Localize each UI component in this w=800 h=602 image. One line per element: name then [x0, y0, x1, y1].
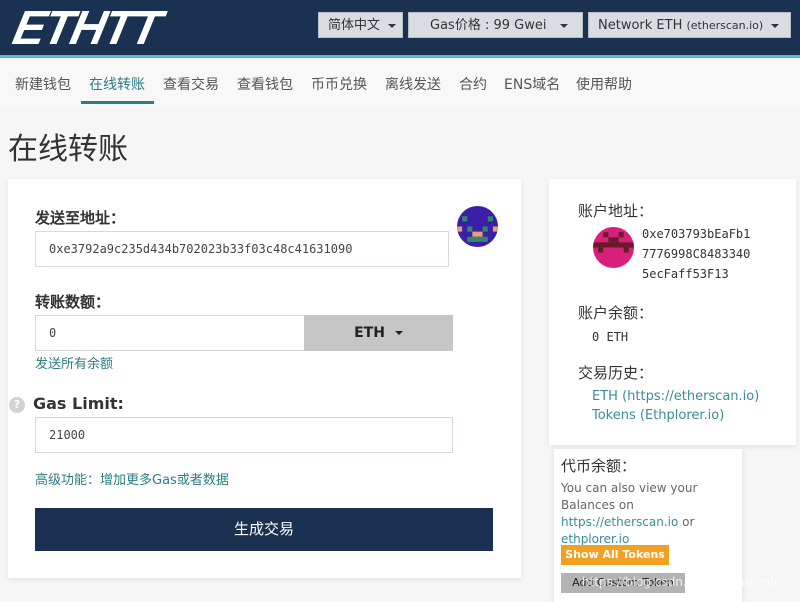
language-dropdown[interactable]: 简体中文 — [318, 12, 403, 38]
ethplorer-history-link[interactable]: Tokens (Ethplorer.io) — [592, 408, 724, 423]
send-form-card: 发送至地址： 0xe3792a9c235d434b702023b33f03c48… — [8, 179, 521, 578]
help-icon[interactable]: ? — [9, 397, 25, 413]
nav-item-ens[interactable]: ENS域名 — [504, 74, 560, 94]
page-title: 在线转账 — [8, 132, 128, 167]
advanced-options-link[interactable]: 高级功能：增加更多Gas或者数据 — [35, 469, 229, 488]
nav-item-offline[interactable]: 离线发送 — [385, 74, 441, 94]
active-tab-indicator — [81, 101, 154, 104]
address-line: 0xe703793bEaFb1 — [642, 227, 751, 241]
account-balance-value: 0 ETH — [592, 330, 629, 344]
currency-label: ETH — [354, 325, 385, 341]
tx-history-label: 交易历史： — [578, 364, 654, 382]
logo[interactable]: ETHTT — [8, 2, 164, 55]
ethplorer-link[interactable]: ethplorer.io — [561, 532, 629, 546]
show-all-tokens-button[interactable]: Show All Tokens — [561, 545, 669, 565]
chevron-down-icon — [771, 23, 780, 28]
network-label: Network ETH — [598, 18, 687, 33]
gas-price-label: Gas价格 : 99 Gwei — [430, 18, 547, 33]
token-text-prefix: You can also view your Balances on — [561, 481, 698, 512]
nav-item-swap[interactable]: 币币兑换 — [311, 74, 367, 94]
account-identicon — [593, 227, 634, 268]
account-balance-label: 账户余额： — [578, 304, 654, 322]
gas-price-dropdown[interactable]: Gas价格 : 99 Gwei — [408, 12, 583, 38]
gas-limit-input[interactable]: 21000 — [35, 417, 453, 453]
language-label: 简体中文 — [328, 18, 381, 33]
chevron-down-icon — [394, 331, 403, 335]
amount-label: 转账数额： — [35, 293, 111, 311]
account-info-card: 账户地址： 0xe703793bEaFb1 7776998C8483340 5e… — [549, 179, 796, 445]
network-provider: (etherscan.io) — [686, 19, 764, 32]
token-balances-card: 代币余额： You can also view your Balances on… — [554, 449, 742, 602]
nav-item-view-tx[interactable]: 查看交易 — [163, 74, 219, 94]
currency-dropdown[interactable]: ETH — [304, 315, 453, 351]
send-all-balance-link[interactable]: 发送所有余额 — [35, 353, 113, 372]
etherscan-link[interactable]: https://etherscan.io — [561, 515, 678, 529]
token-balances-title: 代币余额： — [561, 457, 637, 475]
main-nav: 新建钱包 在线转账 查看交易 查看钱包 币币兑换 离线发送 合约 ENS域名 使… — [0, 61, 800, 106]
generate-transaction-button[interactable]: 生成交易 — [35, 508, 493, 551]
nav-item-help[interactable]: 使用帮助 — [576, 74, 632, 94]
account-address-label: 账户地址： — [578, 202, 654, 220]
to-address-input[interactable]: 0xe3792a9c235d434b702023b33f03c48c416310… — [35, 231, 449, 267]
address-line: 5ecFaff53F13 — [642, 267, 729, 281]
nav-item-view-wallet[interactable]: 查看钱包 — [237, 74, 293, 94]
account-address: 0xe703793bEaFb1 7776998C8483340 5ecFaff5… — [642, 224, 750, 284]
address-line: 7776998C8483340 — [642, 247, 751, 261]
add-custom-token-button[interactable]: Add Custom Token — [561, 573, 685, 593]
recipient-identicon — [457, 206, 498, 247]
nav-item-contracts[interactable]: 合约 — [459, 74, 487, 94]
nav-item-send[interactable]: 在线转账 — [89, 74, 145, 94]
network-dropdown[interactable]: Network ETH (etherscan.io) — [588, 12, 791, 38]
gas-limit-label: Gas Limit: — [33, 394, 124, 413]
etherscan-history-link[interactable]: ETH (https://etherscan.io) — [592, 389, 759, 404]
token-text-mid: or — [678, 515, 695, 529]
to-address-label: 发送至地址： — [35, 209, 126, 227]
chevron-down-icon — [560, 23, 569, 28]
chevron-down-icon — [388, 23, 397, 28]
top-header: ETHTT 简体中文 Gas价格 : 99 Gwei Network ETH (… — [0, 0, 800, 58]
amount-input[interactable]: 0 — [35, 315, 305, 351]
token-balances-text: You can also view your Balances on https… — [561, 480, 741, 548]
nav-item-new-wallet[interactable]: 新建钱包 — [15, 74, 71, 94]
